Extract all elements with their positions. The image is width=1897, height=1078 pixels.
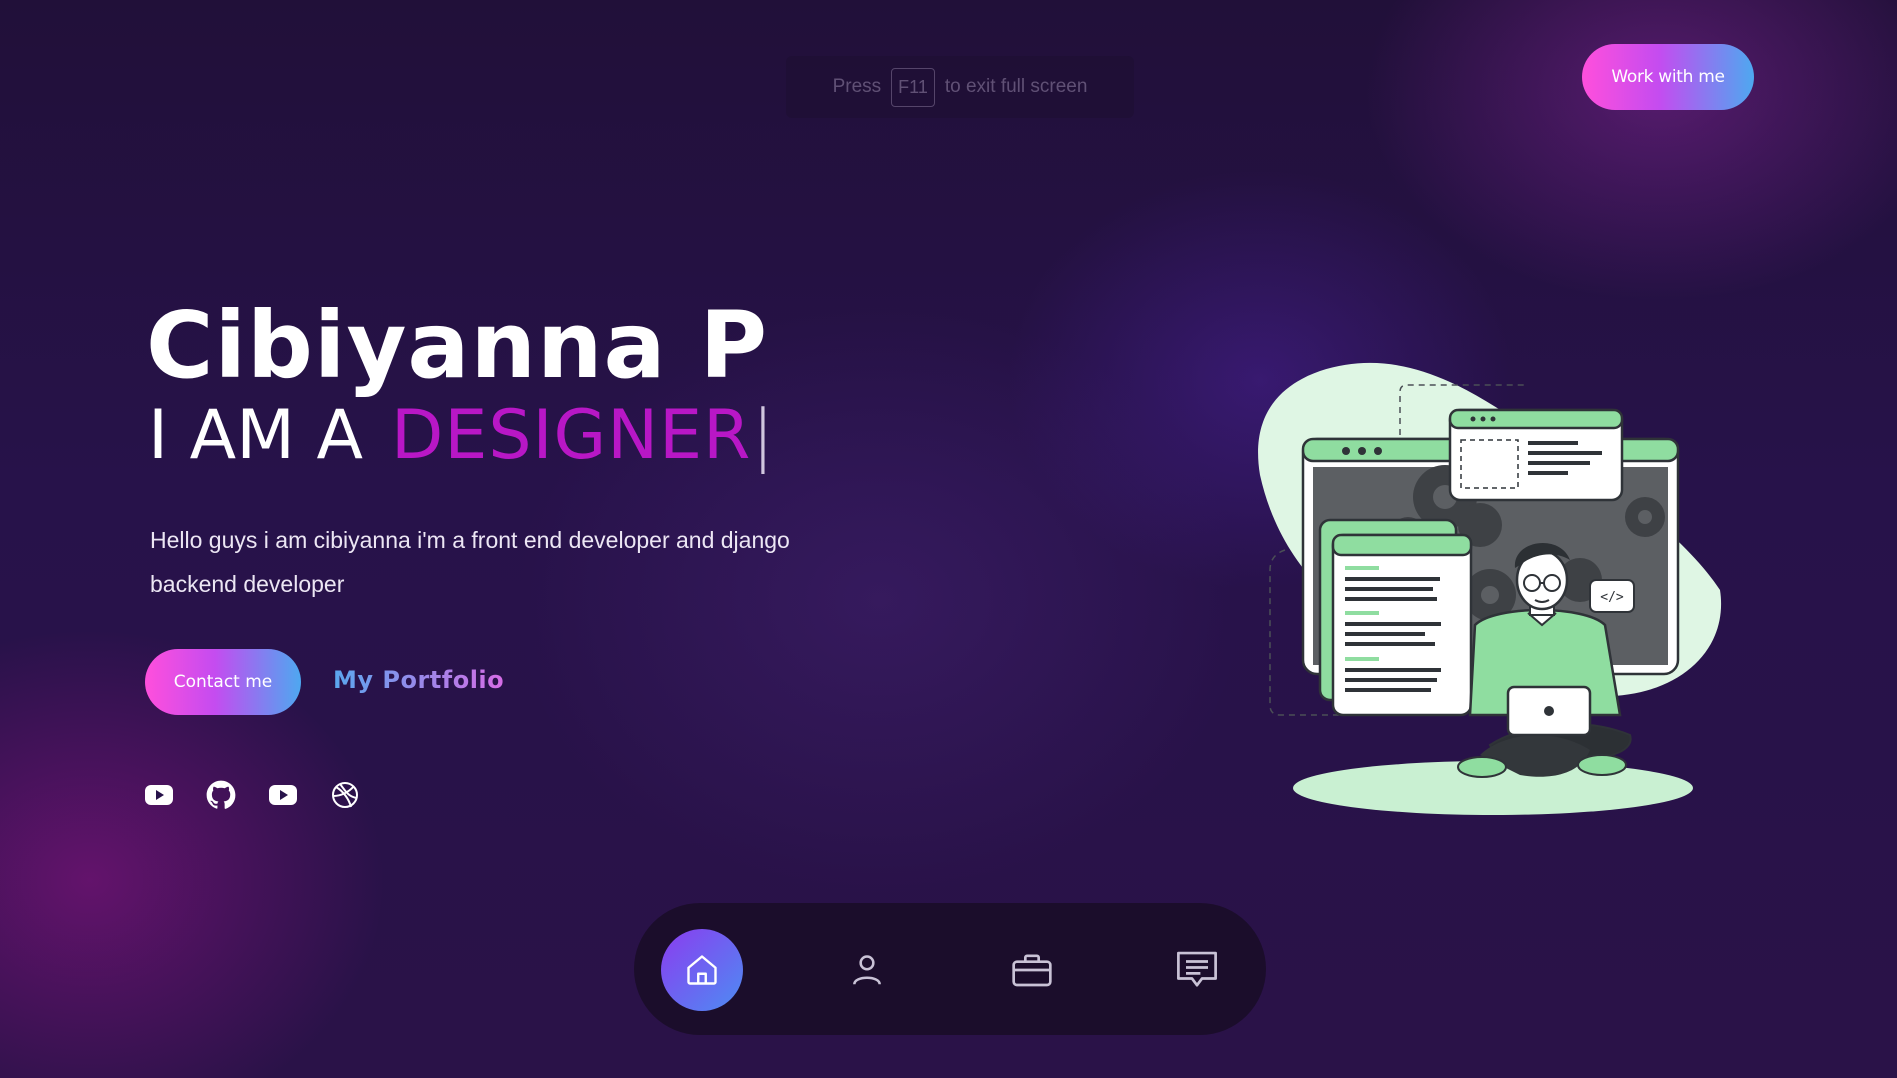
youtube-icon[interactable] xyxy=(268,780,298,810)
github-icon[interactable] xyxy=(206,780,236,810)
briefcase-icon[interactable] xyxy=(991,929,1073,1011)
typing-caret: | xyxy=(751,396,775,475)
work-with-me-button[interactable]: Work with me xyxy=(1582,44,1754,110)
hero-role: I AM A DESIGNER| xyxy=(148,402,774,470)
fullscreen-notice-press: Press xyxy=(832,76,882,97)
role-prefix: I AM A xyxy=(148,396,363,475)
youtube-icon[interactable] xyxy=(144,780,174,810)
bottom-nav xyxy=(634,903,1266,1035)
f11-key: F11 xyxy=(891,67,935,107)
role-word: DESIGNER xyxy=(391,396,752,475)
developer-illustration: </> xyxy=(1250,355,1730,825)
my-portfolio-link[interactable]: My Portfolio xyxy=(333,666,504,694)
svg-text:</>: </> xyxy=(1600,590,1624,605)
hero-name: Cibiyanna P xyxy=(146,292,769,399)
fullscreen-notice: Press F11 to exit full screen xyxy=(786,56,1134,118)
user-icon[interactable] xyxy=(826,929,908,1011)
message-icon[interactable] xyxy=(1156,929,1238,1011)
contact-me-button[interactable]: Contact me xyxy=(145,649,301,715)
hero-description: Hello guys i am cibiyanna i'm a front en… xyxy=(150,527,790,597)
social-links xyxy=(144,780,360,810)
home-icon[interactable] xyxy=(661,929,743,1011)
fullscreen-notice-suffix: to exit full screen xyxy=(944,76,1088,97)
dribbble-icon[interactable] xyxy=(330,780,360,810)
